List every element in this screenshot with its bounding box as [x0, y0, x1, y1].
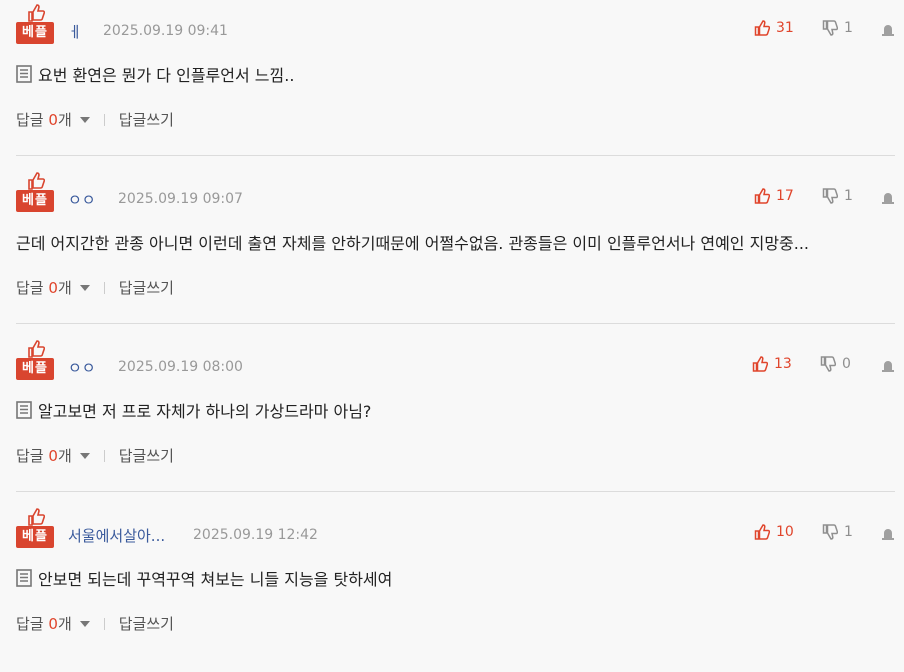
divider-bar: [103, 113, 105, 126]
write-reply-button[interactable]: 답글쓰기: [119, 277, 174, 298]
thumbs-down-icon: [822, 20, 838, 36]
report-icon[interactable]: [881, 192, 895, 206]
comment-datetime: 2025.09.19 09:07: [118, 191, 243, 207]
thumbs-up-icon: [752, 356, 768, 372]
comment-nickname[interactable]: ㅇㅇ: [68, 189, 96, 210]
comment-datetime: 2025.09.19 12:42: [193, 527, 318, 543]
reply-unit: 개: [57, 111, 72, 129]
comment-body: 요번 환연은 뭔가 다 인플루언서 느낌..: [38, 66, 295, 85]
thumbs-down-icon: [820, 356, 836, 372]
comment-text: 안보면 되는데 꾸역꾸역 쳐보는 니들 지능을 탓하세여: [16, 566, 392, 590]
thumbs-up-icon: [754, 188, 770, 204]
divider-bar: [103, 617, 105, 630]
reply-toggle[interactable]: 답글 0개: [16, 109, 72, 130]
dislike-count: 1: [844, 188, 853, 204]
reply-toggle[interactable]: 답글 0개: [16, 277, 72, 298]
comment-divider: [16, 491, 895, 492]
dislike-count: 1: [844, 524, 853, 540]
reply-toggle[interactable]: 답글 0개: [16, 613, 72, 634]
reply-label: 답글: [16, 279, 44, 297]
comment-body: 근데 어지간한 관종 아니면 이런데 출연 자체를 안하기때문에 어쩔수없음. …: [16, 234, 810, 253]
reply-unit: 개: [57, 447, 72, 465]
reply-label: 답글: [16, 615, 44, 633]
best-comment-badge: 베플: [16, 172, 54, 214]
like-button[interactable]: 13: [752, 356, 792, 372]
reply-count: 0: [48, 447, 58, 465]
thumbs-up-icon: [754, 20, 770, 36]
comment-text: 요번 환연은 뭔가 다 인플루언서 느낌..: [16, 62, 294, 86]
comment-actions: 답글 0개 답글쓰기: [16, 277, 174, 298]
best-label: 베플: [16, 526, 54, 548]
reply-count: 0: [48, 111, 58, 129]
dislike-button[interactable]: 1: [822, 188, 853, 204]
best-comment-badge: 베플: [16, 508, 54, 550]
write-reply-button[interactable]: 답글쓰기: [119, 109, 174, 130]
best-label: 베플: [16, 358, 54, 380]
comment-item: 베플 서울에서살아... 2025.09.19 12:42 10 1 안보면 되…: [0, 504, 904, 672]
best-label: 베플: [16, 22, 54, 44]
thumbs-up-icon: [28, 340, 45, 358]
best-comment-badge: 베플: [16, 4, 54, 46]
chevron-down-icon[interactable]: [79, 452, 90, 459]
report-icon[interactable]: [881, 360, 895, 374]
chevron-down-icon[interactable]: [79, 116, 90, 123]
comment-datetime: 2025.09.19 08:00: [118, 359, 243, 375]
comment-body: 알고보면 저 프로 자체가 하나의 가상드라마 아님?: [38, 402, 372, 421]
chevron-down-icon[interactable]: [79, 284, 90, 291]
like-button[interactable]: 10: [754, 524, 794, 540]
comment-item: 베플 ㅔ 2025.09.19 09:41 31 1 요번 환연은 뭔가 다 인…: [0, 0, 904, 168]
comment-actions: 답글 0개 답글쓰기: [16, 445, 174, 466]
comment-divider: [16, 155, 895, 156]
thumbs-down-icon: [822, 188, 838, 204]
document-icon: [16, 65, 32, 83]
document-icon: [16, 401, 32, 419]
comment-datetime: 2025.09.19 09:41: [103, 23, 228, 39]
best-comment-badge: 베플: [16, 340, 54, 382]
comment-divider: [16, 323, 895, 324]
comment-nickname[interactable]: ㅔ: [68, 21, 82, 42]
comment-nickname[interactable]: ㅇㅇ: [68, 357, 96, 378]
thumbs-down-icon: [822, 524, 838, 540]
chevron-down-icon[interactable]: [79, 620, 90, 627]
report-icon[interactable]: [881, 24, 895, 38]
comment-actions: 답글 0개 답글쓰기: [16, 613, 174, 634]
reply-label: 답글: [16, 447, 44, 465]
write-reply-button[interactable]: 답글쓰기: [119, 445, 174, 466]
reply-count: 0: [48, 615, 58, 633]
dislike-button[interactable]: 1: [822, 524, 853, 540]
reply-label: 답글: [16, 111, 44, 129]
like-count: 10: [776, 524, 794, 540]
reply-count: 0: [48, 279, 58, 297]
thumbs-up-icon: [28, 172, 45, 190]
comment-text: 알고보면 저 프로 자체가 하나의 가상드라마 아님?: [16, 398, 371, 422]
dislike-count: 1: [844, 20, 853, 36]
divider-bar: [103, 449, 105, 462]
comment-body: 안보면 되는데 꾸역꾸역 쳐보는 니들 지능을 탓하세여: [38, 570, 393, 589]
dislike-button[interactable]: 1: [822, 20, 853, 36]
best-label: 베플: [16, 190, 54, 212]
write-reply-button[interactable]: 답글쓰기: [119, 613, 174, 634]
reply-toggle[interactable]: 답글 0개: [16, 445, 72, 466]
thumbs-up-icon: [754, 524, 770, 540]
dislike-count: 0: [842, 356, 851, 372]
divider-bar: [103, 281, 105, 294]
comment-nickname[interactable]: 서울에서살아...: [68, 525, 165, 546]
like-button[interactable]: 17: [754, 188, 794, 204]
like-count: 13: [774, 356, 792, 372]
thumbs-up-icon: [28, 4, 45, 22]
dislike-button[interactable]: 0: [820, 356, 851, 372]
document-icon: [16, 569, 32, 587]
comment-item: 베플 ㅇㅇ 2025.09.19 08:00 13 0 알고보면 저 프로 자체…: [0, 336, 904, 504]
reply-unit: 개: [57, 279, 72, 297]
like-button[interactable]: 31: [754, 20, 794, 36]
thumbs-up-icon: [28, 508, 45, 526]
comment-item: 베플 ㅇㅇ 2025.09.19 09:07 17 1 근데 어지간한 관종 아…: [0, 168, 904, 336]
like-count: 31: [776, 20, 794, 36]
reply-unit: 개: [57, 615, 72, 633]
comment-text: 근데 어지간한 관종 아니면 이런데 출연 자체를 안하기때문에 어쩔수없음. …: [16, 230, 809, 254]
comment-actions: 답글 0개 답글쓰기: [16, 109, 174, 130]
report-icon[interactable]: [881, 528, 895, 542]
like-count: 17: [776, 188, 794, 204]
